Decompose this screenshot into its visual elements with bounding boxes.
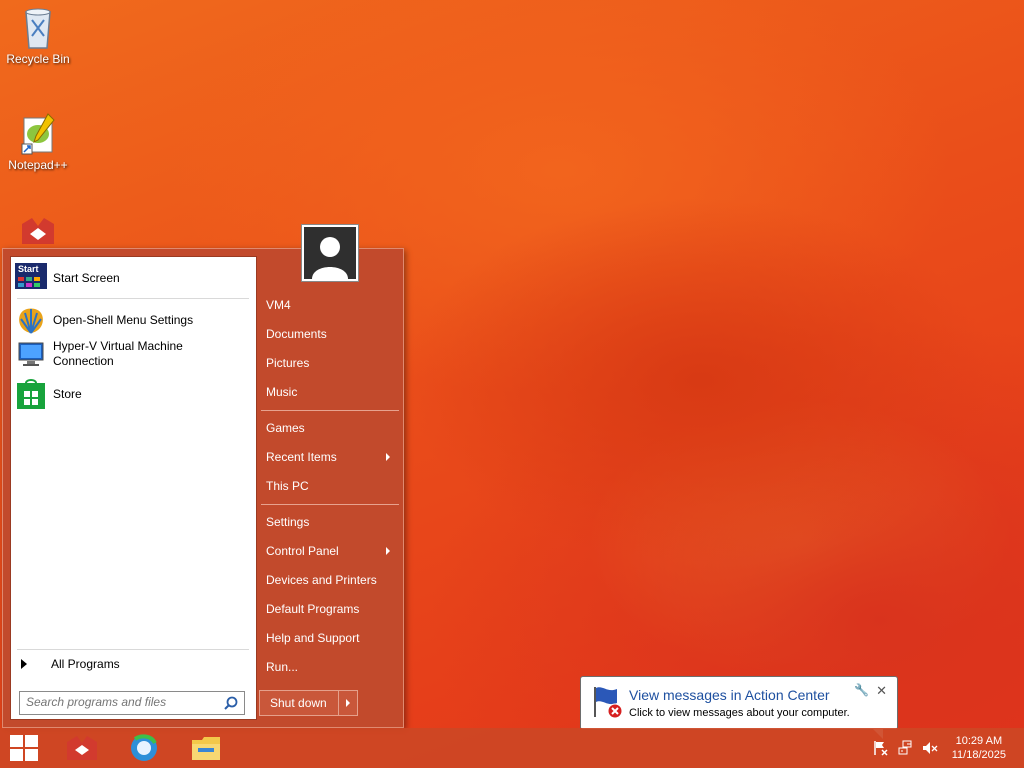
shutdown-button[interactable]: Shut down [260, 691, 339, 715]
desktop-icon-notepadpp[interactable]: Notepad++ [0, 112, 76, 172]
desktop-icon-recycle-bin[interactable]: Recycle Bin [0, 6, 76, 66]
separator [261, 504, 399, 505]
start-screen-icon: Start [15, 263, 47, 293]
taskbar-explorer-button[interactable] [182, 728, 230, 768]
pinned-item-label: Store [53, 387, 82, 401]
pinned-item-open-shell-settings[interactable]: Open-Shell Menu Settings [15, 305, 251, 335]
clock-date: 11/18/2025 [951, 749, 1006, 761]
taskbar-browser-button[interactable] [120, 728, 168, 768]
menu-item-control-panel[interactable]: Control Panel [266, 540, 398, 562]
notification-message: Click to view messages about your comput… [629, 707, 850, 719]
recycle-bin-icon [18, 6, 58, 50]
browser-icon [131, 734, 157, 761]
user-avatar[interactable] [301, 224, 359, 282]
search-box[interactable] [19, 691, 245, 715]
separator [17, 649, 249, 650]
menu-item-music[interactable]: Music [266, 381, 398, 403]
notepadpp-icon [18, 112, 58, 156]
submenu-arrow-icon [386, 453, 390, 461]
network-icon[interactable] [898, 740, 914, 756]
shutdown-options-button[interactable] [339, 691, 357, 715]
start-menu-programs-pane: Start Start Screen Open-Shell Menu Setti… [10, 256, 257, 720]
start-screen-icon-text: Start [18, 264, 39, 274]
menu-item-recent-items[interactable]: Recent Items [266, 446, 398, 468]
file-explorer-icon [192, 737, 220, 760]
shutdown-control: Shut down [259, 690, 358, 716]
close-icon[interactable]: ✕ [876, 683, 887, 699]
user-icon [304, 227, 356, 279]
pinned-item-hyperv[interactable]: Hyper-V Virtual Machine Connection [15, 339, 251, 369]
start-button[interactable] [0, 728, 48, 768]
menu-item-run[interactable]: Run... [266, 656, 398, 678]
app-icon [67, 736, 97, 760]
all-programs-label: All Programs [51, 657, 120, 671]
search-input[interactable] [20, 692, 216, 712]
action-center-flag-icon [594, 687, 623, 719]
menu-item-pictures[interactable]: Pictures [266, 352, 398, 374]
taskbar-clock[interactable]: 10:29 AM 11/18/2025 [952, 734, 1006, 762]
pinned-item-store[interactable]: Store [15, 379, 251, 409]
notification-balloon[interactable]: View messages in Action Center Click to … [580, 676, 898, 739]
menu-item-documents[interactable]: Documents [266, 323, 398, 345]
all-programs-button[interactable]: All Programs [21, 657, 120, 671]
chevron-right-icon [346, 699, 350, 707]
start-menu: Start Start Screen Open-Shell Menu Setti… [2, 224, 404, 728]
pinned-item-start-screen[interactable]: Start Start Screen [15, 263, 251, 293]
volume-muted-icon[interactable] [922, 740, 938, 756]
monitor-icon [15, 339, 47, 369]
pinned-item-label: Start Screen [53, 271, 120, 285]
menu-item-settings[interactable]: Settings [266, 511, 398, 533]
wrench-icon[interactable]: 🔧 [854, 683, 869, 697]
menu-item-help-support[interactable]: Help and Support [266, 627, 398, 649]
menu-item-games[interactable]: Games [266, 417, 398, 439]
clock-time: 10:29 AM [955, 735, 1003, 747]
menu-item-vm4[interactable]: VM4 [266, 294, 398, 316]
store-icon [15, 379, 47, 409]
pinned-item-label: Hyper-V Virtual Machine Connection [53, 339, 183, 368]
shell-icon [15, 305, 47, 335]
taskbar: 10:29 AM 11/18/2025 [0, 728, 1024, 768]
search-icon[interactable] [224, 696, 238, 710]
desktop-icon-label: Notepad++ [8, 158, 68, 172]
triangle-right-icon [21, 659, 27, 669]
desktop-icon-label: Recycle Bin [6, 52, 70, 66]
windows-start-icon [10, 735, 38, 761]
separator [261, 410, 399, 411]
notification-title[interactable]: View messages in Action Center [629, 687, 830, 703]
menu-item-this-pc[interactable]: This PC [266, 475, 398, 497]
separator [17, 298, 249, 299]
submenu-arrow-icon [386, 547, 390, 555]
menu-item-devices-printers[interactable]: Devices and Printers [266, 569, 398, 591]
action-center-icon[interactable] [872, 740, 888, 756]
menu-item-default-programs[interactable]: Default Programs [266, 598, 398, 620]
taskbar-app-button[interactable] [58, 728, 106, 768]
pinned-item-label: Open-Shell Menu Settings [53, 313, 194, 327]
